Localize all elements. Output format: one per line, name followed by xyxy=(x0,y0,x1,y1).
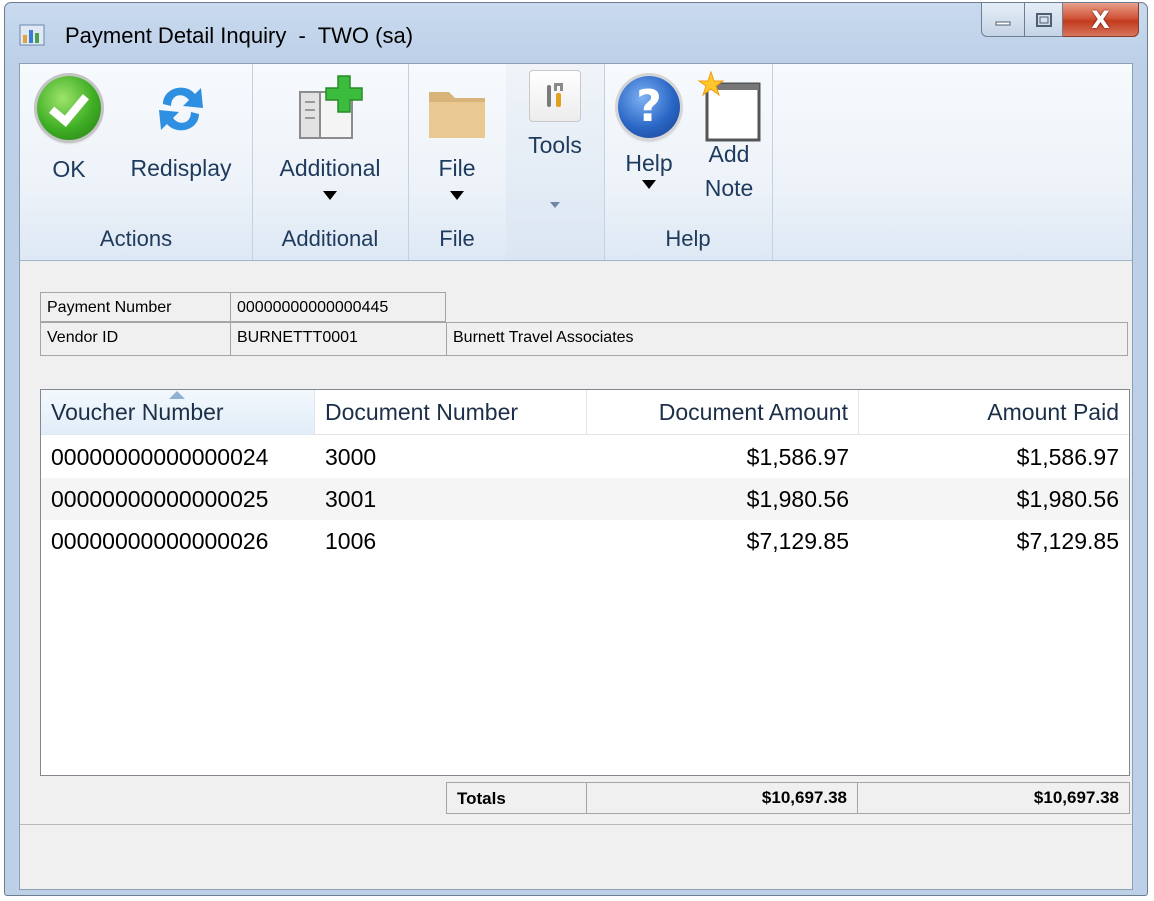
minimize-icon xyxy=(995,21,1011,25)
ribbon-group-label-help: Help xyxy=(665,226,711,251)
vendor-id-field[interactable]: BURNETTT0001 xyxy=(230,322,446,356)
ribbon-group-help: ? Help Add Note Help xyxy=(604,64,773,260)
close-icon: X xyxy=(1091,5,1110,34)
add-note-icon xyxy=(697,70,761,142)
file-button[interactable]: File xyxy=(418,64,496,200)
amount-paid-cell: $7,129.85 xyxy=(1016,528,1119,554)
column-header-document-amount[interactable]: Document Amount xyxy=(587,390,859,434)
tools-label: Tools xyxy=(528,132,582,158)
tools-button[interactable]: Tools xyxy=(514,64,596,208)
add-note-label-line2: Note xyxy=(704,175,754,201)
document-number-cell: 3000 xyxy=(325,444,377,470)
redisplay-button[interactable]: Redisplay xyxy=(120,64,242,185)
amount-paid-cell: $1,980.56 xyxy=(1016,486,1119,512)
close-button[interactable]: X xyxy=(1063,3,1139,37)
voucher-number-cell: 00000000000000026 xyxy=(51,528,269,554)
grid-header: Voucher Number Document Number Document … xyxy=(41,390,1129,435)
ribbon-group-file: File File xyxy=(408,64,507,260)
document-amount-cell: $1,586.97 xyxy=(746,444,849,470)
folder-icon xyxy=(429,92,485,138)
ok-label: OK xyxy=(52,156,86,182)
ribbon-group-additional: Additional Additional xyxy=(252,64,409,260)
tools-icon-frame xyxy=(529,70,581,122)
title-bar[interactable]: Payment Detail Inquiry - TWO (sa) X xyxy=(5,3,1147,65)
voucher-number-cell: 00000000000000024 xyxy=(51,444,269,470)
caption-buttons: X xyxy=(981,3,1139,43)
tools-group-expand-icon[interactable] xyxy=(550,202,560,208)
minimize-button[interactable] xyxy=(981,3,1025,37)
ribbon: OK Redisplay Actions Additional Addition… xyxy=(20,64,1132,261)
ok-button[interactable]: OK xyxy=(34,64,104,186)
column-header-label: Amount Paid xyxy=(987,399,1119,425)
total-amount-paid: $10,697.38 xyxy=(858,782,1130,814)
table-row[interactable]: 00000000000000026 1006 $7,129.85 $7,129.… xyxy=(41,520,1129,562)
voucher-number-cell: 00000000000000025 xyxy=(51,486,269,512)
total-document-amount: $10,697.38 xyxy=(586,782,858,814)
status-bar xyxy=(20,824,1132,889)
ribbon-group-label-additional: Additional xyxy=(281,226,379,251)
vendor-name-field: Burnett Travel Associates xyxy=(446,322,1128,356)
document-number-cell: 3001 xyxy=(325,486,377,512)
ribbon-group-label-file: File xyxy=(439,226,475,251)
maximize-icon xyxy=(1035,12,1052,27)
additional-label: Additional xyxy=(279,155,381,181)
additional-button[interactable]: Additional xyxy=(262,64,398,200)
chevron-down-icon[interactable] xyxy=(642,180,656,189)
column-header-amount-paid[interactable]: Amount Paid xyxy=(859,390,1129,434)
column-header-document-number[interactable]: Document Number xyxy=(315,390,587,434)
help-label: Help xyxy=(625,150,673,176)
help-question-icon: ? xyxy=(618,76,680,138)
client-area: OK Redisplay Actions Additional Addition… xyxy=(19,63,1133,890)
ribbon-group-tools: Tools xyxy=(506,64,605,260)
column-header-label: Document Number xyxy=(325,399,519,425)
sort-ascending-icon xyxy=(169,391,185,399)
payment-detail-grid[interactable]: Voucher Number Document Number Document … xyxy=(40,389,1130,776)
chevron-down-icon xyxy=(323,191,337,200)
document-amount-cell: $7,129.85 xyxy=(746,528,849,554)
table-row[interactable]: 00000000000000024 3000 $1,586.97 $1,586.… xyxy=(41,436,1129,478)
document-number-cell: 1006 xyxy=(325,528,377,554)
chevron-down-icon xyxy=(450,191,464,200)
document-amount-cell: $1,980.56 xyxy=(746,486,849,512)
ribbon-group-actions: OK Redisplay Actions xyxy=(20,64,253,260)
amount-paid-cell: $1,586.97 xyxy=(1016,444,1119,470)
totals-label: Totals xyxy=(446,782,586,814)
ribbon-group-label-actions: Actions xyxy=(99,226,173,251)
payment-number-field[interactable]: 00000000000000445 xyxy=(230,292,446,322)
tools-icon xyxy=(547,83,563,107)
table-row[interactable]: 00000000000000025 3001 $1,980.56 $1,980.… xyxy=(41,478,1129,520)
add-note-button[interactable]: Add Note xyxy=(690,64,768,205)
redisplay-label: Redisplay xyxy=(130,155,232,181)
window-title: Payment Detail Inquiry - TWO (sa) xyxy=(65,23,414,48)
column-header-label: Voucher Number xyxy=(51,399,224,425)
ok-checkmark-icon xyxy=(37,76,101,140)
additional-window-icon xyxy=(299,75,363,139)
payment-number-label: Payment Number xyxy=(40,292,230,322)
file-label: File xyxy=(438,155,476,181)
vendor-id-label: Vendor ID xyxy=(40,322,230,356)
maximize-button[interactable] xyxy=(1025,3,1063,37)
column-header-label: Document Amount xyxy=(658,399,848,425)
window: Payment Detail Inquiry - TWO (sa) X OK R… xyxy=(4,2,1148,896)
help-button[interactable]: ? Help xyxy=(610,64,688,189)
app-icon xyxy=(19,24,45,46)
redisplay-arrows-icon xyxy=(159,87,203,131)
column-header-voucher-number[interactable]: Voucher Number xyxy=(41,390,315,434)
